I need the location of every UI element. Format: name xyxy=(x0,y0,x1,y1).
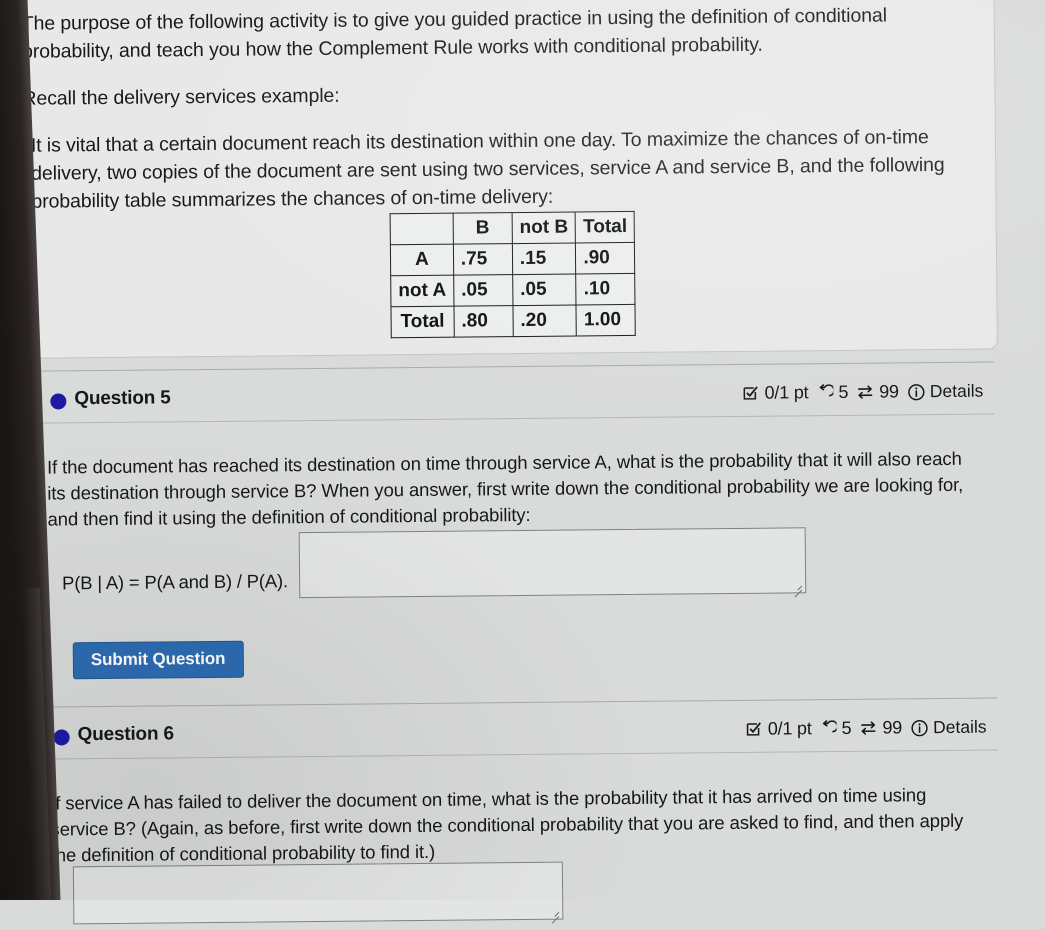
table-corner-cell xyxy=(390,213,454,245)
tries-label: 99 xyxy=(882,717,903,738)
blue-dot-icon xyxy=(53,729,70,746)
info-circle-icon xyxy=(910,719,928,737)
points-badge: 0/1 pt xyxy=(742,382,808,404)
details-link[interactable]: Details xyxy=(907,381,984,403)
question-6-title: Question 6 xyxy=(77,723,174,746)
question-5-answer-textarea[interactable] xyxy=(298,527,807,599)
question-6-answer-row xyxy=(5,857,1045,927)
tries-badge: 99 xyxy=(856,381,899,402)
attempts-label: 5 xyxy=(841,717,852,738)
cell-a-notb: .15 xyxy=(512,242,577,275)
cell-a-total: .90 xyxy=(575,242,636,274)
cell-a-b: .75 xyxy=(453,243,513,276)
submit-question-button[interactable]: Submit Question xyxy=(72,640,244,680)
undo-arrow-icon xyxy=(816,384,834,401)
cell-total-total: 1.00 xyxy=(576,304,636,336)
table-col-header-not-b: not B xyxy=(511,211,576,244)
probability-table: B not B Total A .75 .15 .90 not A .05 .0… xyxy=(389,210,637,339)
attempts-badge: 5 xyxy=(816,382,848,403)
question-5-body: If the document has reached its destinat… xyxy=(46,447,964,530)
blue-dot-icon xyxy=(50,393,67,410)
tries-label: 99 xyxy=(879,381,899,402)
table-row: not A .05 .05 .10 xyxy=(390,273,636,307)
resize-grip-icon[interactable] xyxy=(791,579,803,591)
table-col-header-b: B xyxy=(452,212,513,245)
cell-total-b: .80 xyxy=(453,305,514,338)
details-label: Details xyxy=(932,716,987,738)
points-badge: 0/1 pt xyxy=(746,718,812,740)
question-5-title: Question 5 xyxy=(74,387,171,410)
info-circle-icon xyxy=(907,383,925,401)
table-row-header-a: A xyxy=(390,244,454,276)
table-col-header-total: Total xyxy=(575,211,635,243)
cell-nota-notb: .05 xyxy=(512,273,577,306)
question-6-block: Question 6 0/1 pt 5 99 Details If servic… xyxy=(3,697,1045,925)
points-label: 0/1 pt xyxy=(767,718,812,739)
table-header-row: B not B Total xyxy=(390,211,635,245)
resize-grip-icon[interactable] xyxy=(548,906,560,918)
table-row-header-not-a: not A xyxy=(390,275,454,307)
question-5-answer-row: P(B | A) = P(A and B) / P(A). xyxy=(2,521,1045,611)
question-6-answer-textarea[interactable] xyxy=(72,861,564,925)
table-row: Total .80 .20 1.00 xyxy=(390,304,636,338)
assignment-page: The purpose of the following activity is… xyxy=(0,0,1045,925)
intro-paragraph-1: The purpose of the following activity is… xyxy=(21,4,887,63)
cell-nota-total: .10 xyxy=(576,273,636,305)
question-6-meta: 0/1 pt 5 99 Details xyxy=(746,717,987,740)
attempts-label: 5 xyxy=(838,381,849,402)
points-label: 0/1 pt xyxy=(764,382,809,403)
checked-box-icon xyxy=(742,385,759,402)
intro-paragraph-3: It is vital that a certain document reac… xyxy=(30,126,945,213)
cell-total-notb: .20 xyxy=(512,304,577,337)
question-5-formula: P(B | A) = P(A and B) / P(A). xyxy=(62,570,288,594)
tries-badge: 99 xyxy=(859,717,902,738)
shuffle-arrows-icon xyxy=(856,384,874,401)
details-link[interactable]: Details xyxy=(910,717,987,739)
attempts-badge: 5 xyxy=(820,718,852,739)
details-label: Details xyxy=(929,380,984,402)
undo-arrow-icon xyxy=(820,720,837,737)
question-5-block: Question 5 0/1 pt 5 99 Details If the do… xyxy=(0,361,1045,680)
section-divider xyxy=(36,361,995,372)
cell-nota-b: .05 xyxy=(453,274,513,307)
checked-box-icon xyxy=(746,721,763,738)
table-row-header-total: Total xyxy=(390,306,455,338)
table-row: A .75 .15 .90 xyxy=(390,242,636,276)
shuffle-arrows-icon xyxy=(859,720,877,737)
section-divider xyxy=(39,697,998,708)
intro-paragraph-2: Recall the delivery services example: xyxy=(22,84,340,110)
question-5-meta: 0/1 pt 5 99 Details xyxy=(742,381,983,404)
question-6-body: If service A has failed to deliver the d… xyxy=(50,784,964,866)
